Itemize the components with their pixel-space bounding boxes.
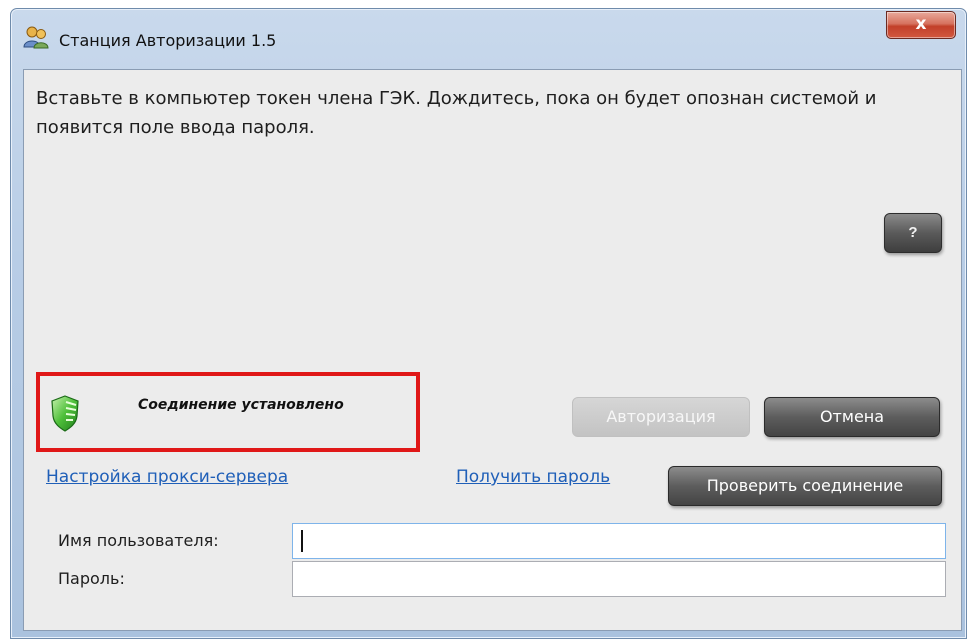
check-connection-button[interactable]: Проверить соединение <box>668 466 942 506</box>
title-bar[interactable]: Станция Авторизации 1.5 x <box>11 9 966 61</box>
cancel-button[interactable]: Отмена <box>764 397 940 437</box>
window-title: Станция Авторизации 1.5 <box>59 31 277 50</box>
instructions-text: Вставьте в компьютер токен члена ГЭК. До… <box>36 88 877 138</box>
password-label: Пароль: <box>58 569 125 588</box>
username-input[interactable] <box>292 523 946 559</box>
connection-status-text: Соединение установлено <box>138 397 344 413</box>
app-window: Станция Авторизации 1.5 x Вставьте в ком… <box>10 8 967 639</box>
get-password-link[interactable]: Получить пароль <box>456 467 610 487</box>
help-icon: ? <box>908 224 918 241</box>
authorize-button[interactable]: Авторизация <box>572 397 750 437</box>
password-input[interactable] <box>292 561 946 597</box>
proxy-settings-link[interactable]: Настройка прокси-сервера <box>46 467 288 487</box>
text-caret <box>301 530 303 552</box>
shield-icon <box>51 395 79 432</box>
close-button[interactable]: x <box>886 11 956 39</box>
username-label: Имя пользователя: <box>58 531 219 550</box>
close-icon: x <box>915 14 927 34</box>
dialog-body: Вставьте в компьютер токен члена ГЭК. До… <box>23 69 962 631</box>
users-icon <box>23 26 49 49</box>
help-button[interactable]: ? <box>884 213 942 253</box>
connection-status-box: Соединение установлено <box>36 372 420 452</box>
